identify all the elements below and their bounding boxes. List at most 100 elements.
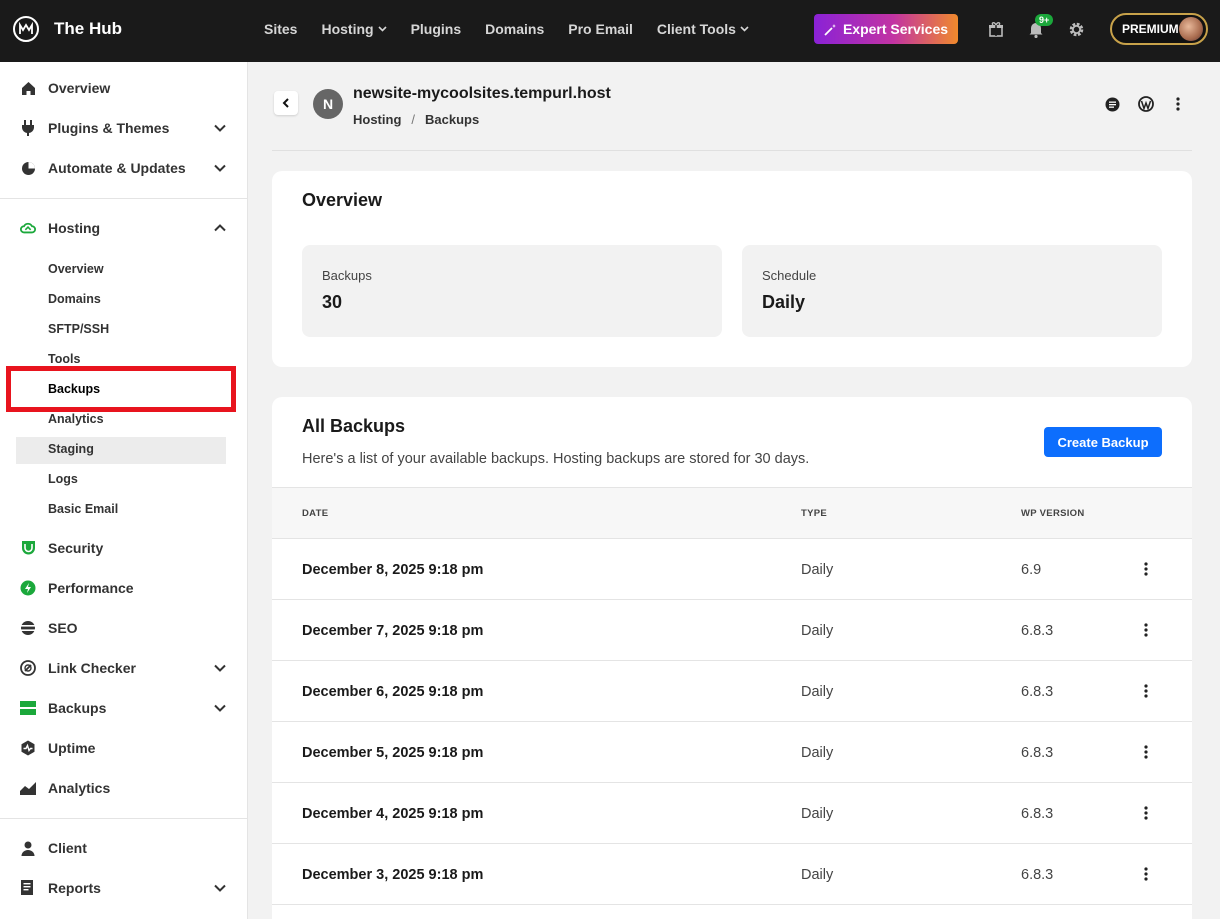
chevron-down-icon <box>214 164 226 172</box>
backup-date: December 5, 2025 9:18 pm <box>302 745 484 761</box>
sidebar-item-uptime[interactable]: Uptime <box>0 728 248 768</box>
expert-services-button[interactable]: Expert Services <box>814 14 958 44</box>
backup-type: Daily <box>801 623 834 639</box>
sidebar-item-hosting[interactable]: Hosting <box>0 208 248 248</box>
sidebar-item-plugins-themes[interactable]: Plugins & Themes <box>0 108 248 148</box>
hosting-sub-tools[interactable]: Tools <box>48 352 80 366</box>
create-backup-button[interactable]: Create Backup <box>1044 427 1162 457</box>
hosting-sub-analytics[interactable]: Analytics <box>48 412 104 426</box>
sidebar-item-label: Client <box>48 840 87 856</box>
breadcrumb-hosting[interactable]: Hosting <box>353 112 401 127</box>
sidebar-item-automate-updates[interactable]: Automate & Updates <box>0 148 248 188</box>
sidebar-item-label: Security <box>48 540 104 556</box>
sidebar-item-label: Hosting <box>48 220 101 236</box>
topnav-label: Domains <box>485 21 545 37</box>
topnav-domains[interactable]: Domains <box>485 21 544 37</box>
sidebar-item-backups[interactable]: Backups <box>0 688 248 728</box>
backup-type: Daily <box>801 806 834 822</box>
overview-title: Overview <box>302 190 383 210</box>
hosting-sub-overview[interactable]: Overview <box>48 262 104 276</box>
table-row: December 5, 2025 9:18 pm Daily 6.8.3 <box>272 722 1192 783</box>
table-row: December 4, 2025 9:18 pm Daily 6.8.3 <box>272 783 1192 844</box>
backup-wp-version: 6.8.3 <box>1021 745 1054 761</box>
wordpress-icon[interactable] <box>1138 96 1154 112</box>
top-nav: Sites Hosting Plugins Domains Pro Email … <box>264 21 773 37</box>
top-bar: The Hub Sites Hosting Plugins Domains Pr… <box>0 0 1220 62</box>
row-actions-icon[interactable] <box>1138 682 1154 700</box>
all-backups-card: All Backups Here's a list of your availa… <box>272 397 1192 919</box>
stat-value: 30 <box>322 292 343 312</box>
magic-wand-icon <box>824 23 836 36</box>
row-actions-icon[interactable] <box>1138 621 1154 639</box>
hub-logo-icon[interactable] <box>13 16 39 42</box>
hosting-sub-domains[interactable]: Domains <box>48 292 101 306</box>
sidebar-item-label: Automate & Updates <box>48 160 186 176</box>
table-header: DATE TYPE WP VERSION <box>272 487 1192 539</box>
row-actions-icon[interactable] <box>1138 743 1154 761</box>
sidebar-item-label: Reports <box>48 880 101 896</box>
backup-date: December 8, 2025 9:18 pm <box>302 562 484 578</box>
topnav-plugins[interactable]: Plugins <box>411 21 462 37</box>
premium-label: PREMIUM <box>1122 22 1179 36</box>
backup-date: December 3, 2025 9:18 pm <box>302 867 484 883</box>
backup-type: Daily <box>801 745 834 761</box>
column-header-date: DATE <box>302 508 329 519</box>
all-backups-title: All Backups <box>302 416 406 436</box>
back-button[interactable] <box>274 91 298 115</box>
chevron-left-icon <box>282 98 289 108</box>
hosting-sub-sftp-ssh[interactable]: SFTP/SSH <box>48 322 109 336</box>
chevron-down-icon <box>214 884 226 892</box>
chevron-down-icon <box>378 26 387 32</box>
more-options-icon[interactable] <box>1170 96 1186 112</box>
hosting-sub-basic-email[interactable]: Basic Email <box>48 502 118 516</box>
site-manager-icon[interactable] <box>1104 96 1120 112</box>
sidebar-item-label: Backups <box>48 700 107 716</box>
chevron-up-icon <box>214 224 226 232</box>
stat-label: Backups <box>322 268 372 283</box>
topnav-sites[interactable]: Sites <box>264 21 297 37</box>
row-actions-icon[interactable] <box>1138 865 1154 883</box>
topnav-hosting[interactable]: Hosting <box>321 21 387 37</box>
brand-name[interactable]: The Hub <box>54 19 122 39</box>
hosting-sub-staging[interactable]: Staging <box>48 442 94 456</box>
sidebar-item-label: Performance <box>48 580 134 596</box>
row-actions-icon[interactable] <box>1138 804 1154 822</box>
sidebar-item-seo[interactable]: SEO <box>0 608 248 648</box>
sidebar-item-overview[interactable]: Overview <box>0 68 248 108</box>
all-backups-subtitle: Here's a list of your available backups.… <box>302 451 810 467</box>
breadcrumb-separator: / <box>411 112 416 127</box>
backup-wp-version: 6.8.3 <box>1021 684 1054 700</box>
chevron-down-icon <box>740 26 749 32</box>
backup-date: December 7, 2025 9:18 pm <box>302 623 484 639</box>
topnav-client-tools[interactable]: Client Tools <box>657 21 749 37</box>
backup-type: Daily <box>801 684 834 700</box>
sidebar-item-link-checker[interactable]: Link Checker <box>0 648 248 688</box>
sidebar-item-client[interactable]: Client <box>0 828 248 868</box>
gift-icon[interactable] <box>986 19 1006 39</box>
sidebar-item-analytics[interactable]: Analytics <box>0 768 248 808</box>
topnav-label: Plugins <box>410 21 462 37</box>
bolt-icon <box>20 580 36 596</box>
highlight-box <box>6 366 236 412</box>
backup-date: December 6, 2025 9:18 pm <box>302 684 484 700</box>
topnav-pro-email[interactable]: Pro Email <box>568 21 633 37</box>
sidebar-item-performance[interactable]: Performance <box>0 568 248 608</box>
sidebar-item-security[interactable]: Security <box>0 528 248 568</box>
sidebar: Overview Plugins & Themes Automate & Upd… <box>0 62 248 919</box>
site-avatar: N <box>313 89 343 119</box>
premium-account-button[interactable]: PREMIUM <box>1110 13 1208 45</box>
plug-icon <box>20 120 36 136</box>
topnav-label: Hosting <box>321 21 374 37</box>
table-row: December 6, 2025 9:18 pm Daily 6.8.3 <box>272 661 1192 722</box>
gear-icon[interactable] <box>1066 19 1086 39</box>
sidebar-divider <box>0 198 248 199</box>
sidebar-item-reports[interactable]: Reports <box>0 868 248 908</box>
uptime-icon <box>20 740 36 756</box>
sidebar-divider <box>0 818 248 819</box>
chevron-down-icon <box>214 124 226 132</box>
backup-date: December 4, 2025 9:18 pm <box>302 806 484 822</box>
row-actions-icon[interactable] <box>1138 560 1154 578</box>
hosting-sub-logs[interactable]: Logs <box>48 472 78 486</box>
topnav-label: Pro Email <box>568 21 633 37</box>
topnav-label: Client Tools <box>656 21 736 37</box>
